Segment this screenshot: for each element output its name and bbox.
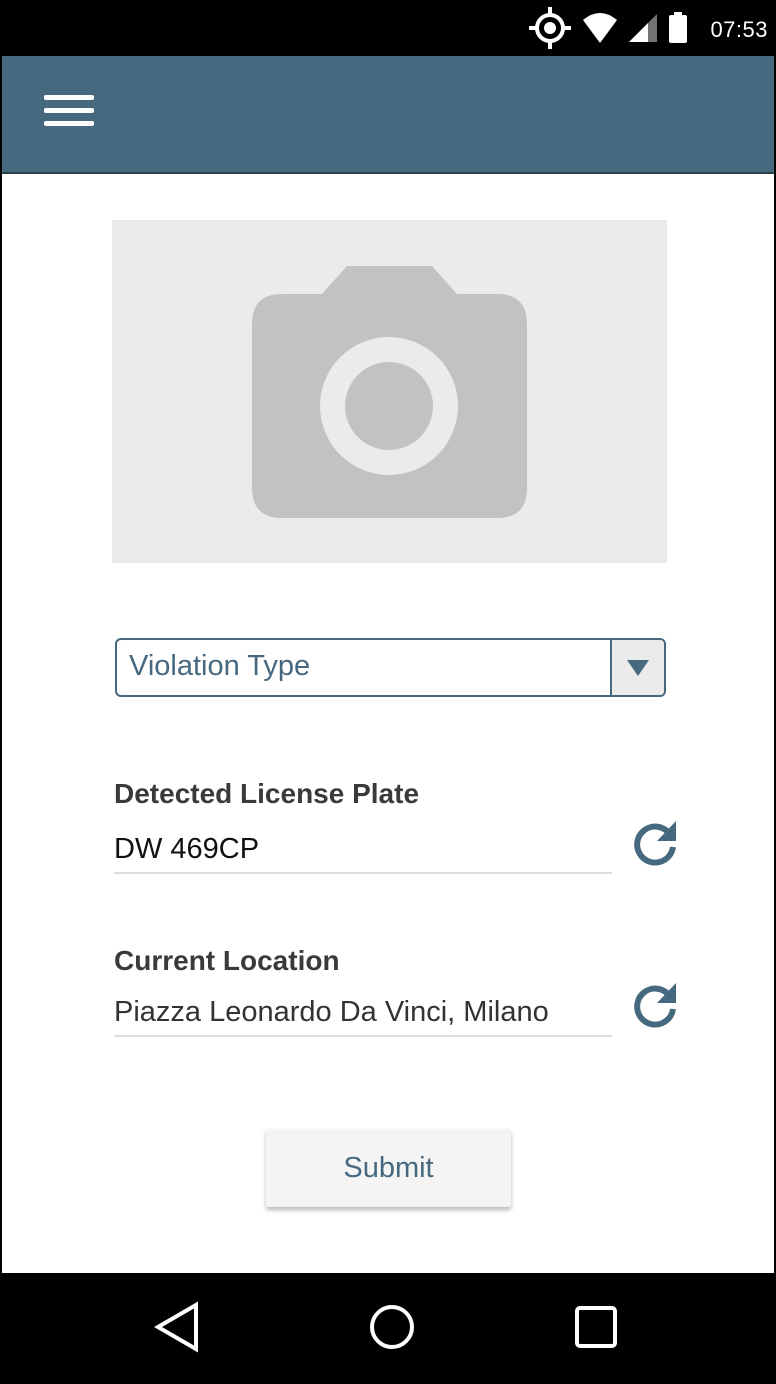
location-label: Current Location bbox=[114, 945, 340, 976]
license-plate-field[interactable]: DW 469CP bbox=[114, 833, 612, 874]
hamburger-menu-icon[interactable] bbox=[42, 91, 96, 131]
status-icons: 07:53 bbox=[528, 6, 768, 55]
photo-placeholder[interactable] bbox=[112, 220, 667, 563]
status-time: 07:53 bbox=[710, 17, 768, 42]
app-bar bbox=[2, 56, 774, 174]
phone-screen: 07:53 Violation Type Detected License Pl… bbox=[0, 0, 776, 1384]
license-plate-label: Detected License Plate bbox=[114, 778, 420, 809]
status-bar: 07:53 bbox=[2, 2, 774, 56]
violation-type-dropdown[interactable]: Violation Type bbox=[115, 638, 666, 697]
dropdown-arrow-icon bbox=[627, 660, 649, 676]
refresh-icon bbox=[634, 821, 676, 866]
home-button[interactable] bbox=[366, 1301, 418, 1353]
recents-icon bbox=[575, 1306, 617, 1348]
violation-type-selected: Violation Type bbox=[129, 650, 311, 682]
back-icon bbox=[154, 1301, 198, 1353]
license-plate-refresh-button[interactable] bbox=[630, 817, 680, 867]
recents-button[interactable] bbox=[570, 1301, 622, 1353]
location-refresh-button[interactable] bbox=[630, 979, 680, 1029]
camera-icon bbox=[252, 266, 527, 518]
system-nav-bar bbox=[2, 1273, 774, 1382]
dropdown-arrow-button[interactable] bbox=[610, 640, 664, 695]
back-button[interactable] bbox=[152, 1301, 204, 1353]
refresh-icon bbox=[634, 983, 676, 1028]
home-icon bbox=[370, 1305, 414, 1349]
submit-button[interactable]: Submit bbox=[266, 1129, 511, 1207]
location-target-icon bbox=[528, 6, 572, 55]
wifi-icon bbox=[582, 12, 618, 49]
battery-icon bbox=[668, 11, 688, 49]
cell-signal-icon bbox=[628, 13, 658, 48]
location-field[interactable]: Piazza Leonardo Da Vinci, Milano bbox=[114, 996, 612, 1037]
